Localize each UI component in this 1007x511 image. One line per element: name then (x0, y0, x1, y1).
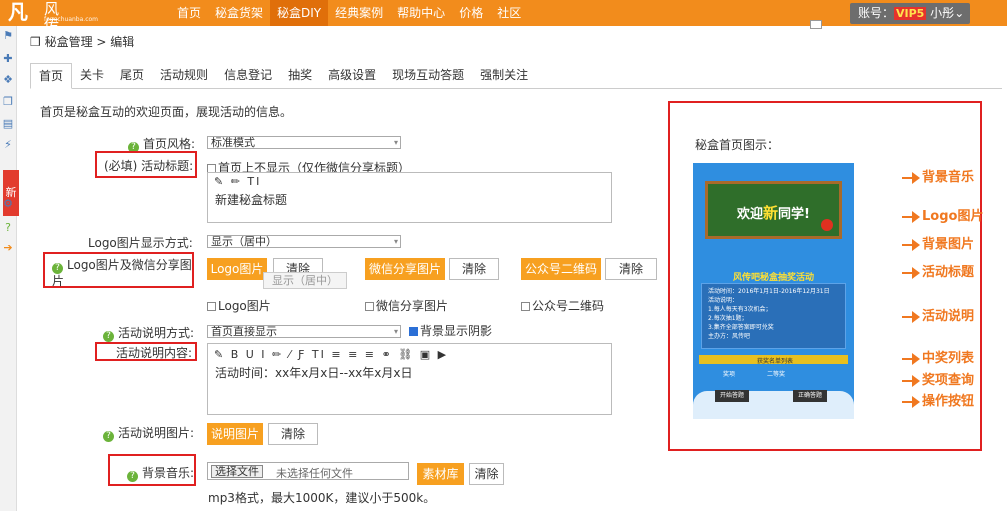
breadcrumb-text: 秘盒管理 > 编辑 (44, 35, 135, 49)
nav-item-cases[interactable]: 经典案例 (328, 0, 390, 26)
music-label: ? 背景音乐: (127, 464, 194, 482)
tab-force-follow[interactable]: 强制关注 (472, 63, 536, 88)
desc-image-label: ? 活动说明图片: (103, 424, 194, 442)
tab-live-quiz[interactable]: 现场互动答题 (384, 63, 472, 88)
arrow-icon[interactable]: ➔ (2, 242, 14, 254)
logo-sun-icon (821, 219, 833, 231)
help-icon[interactable]: ? (103, 431, 114, 442)
vip-badge: VIP5 (894, 7, 927, 20)
bg-shadow-checkbox[interactable] (409, 327, 418, 336)
page-intro: 首页是秘盒互动的欢迎页面，展现活动的信息。 (40, 105, 293, 119)
nav-item-shelf[interactable]: 秘盒货架 (208, 0, 270, 26)
mail-icon[interactable] (810, 20, 822, 29)
tab-bar: 首页 关卡 尾页 活动规则 信息登记 抽奖 高级设置 现场互动答题 强制关注 (30, 63, 1002, 89)
desc-content[interactable]: 活动时间：xx年x月x日--xx年x月x日 (215, 364, 412, 381)
share-checkbox-option[interactable]: 微信分享图片 (365, 297, 448, 314)
tooltip: 显示（居中） (263, 272, 347, 289)
gears-icon[interactable]: ⚙ (2, 198, 14, 210)
title-value[interactable]: 新建秘盒标题 (215, 191, 287, 208)
share-image-button[interactable]: 微信分享图片 (365, 258, 445, 280)
qr-checkbox-option[interactable]: 公众号二维码 (521, 297, 604, 314)
style-select[interactable]: 标准模式 (207, 136, 401, 149)
desc-image-button[interactable]: 说明图片 (207, 423, 263, 445)
top-nav-bar: 凡 风传吧 fengchuanba.com 首页 秘盒货架 秘盒DIY 经典案例… (0, 0, 1007, 49)
music-file-input[interactable]: 选择文件 未选择任何文件 (207, 462, 409, 480)
tab-registration[interactable]: 信息登记 (216, 63, 280, 88)
bg-shadow-option[interactable]: 背景显示阴影 (409, 322, 492, 339)
help-icon[interactable]: ? (103, 331, 114, 342)
tab-advanced[interactable]: 高级设置 (320, 63, 384, 88)
logo-checkbox[interactable] (207, 302, 216, 311)
logo-mark-icon: 凡 (8, 0, 28, 24)
desc-mode-select[interactable]: 首页直接显示 (207, 325, 401, 338)
help-icon[interactable]: ? (2, 222, 14, 234)
qr-code-button[interactable]: 公众号二维码 (521, 258, 601, 280)
share-clear-button[interactable]: 清除 (449, 258, 499, 280)
desc-toolbar[interactable]: ✎ B U I ✏ ⁄ Ƒ TI ≡ ≡ ≡ ⚭ ⛓ ▣ ▶ (214, 348, 448, 361)
logo-checkbox-option[interactable]: Logo图片 (207, 297, 271, 314)
flag-icon[interactable]: ⚑ (2, 30, 14, 42)
tab-lottery[interactable]: 抽奖 (280, 63, 320, 88)
desc-image-clear-button[interactable]: 清除 (268, 423, 318, 445)
account-label: 账号： (858, 6, 895, 20)
tab-level[interactable]: 关卡 (72, 63, 112, 88)
qr-clear-button[interactable]: 清除 (605, 258, 657, 280)
logo-share-label: ? Logo图片及微信分享图片 (52, 258, 192, 288)
nav-item-help[interactable]: 帮助中心 (390, 0, 452, 26)
phone-prize-left: 奖项 (723, 371, 736, 378)
box-icon: ❒ (30, 35, 45, 49)
winner-list-bar: 获奖名单列表 (699, 355, 848, 365)
logo-mode-select[interactable]: 显示（居中） (207, 235, 401, 248)
nav-item-price[interactable]: 价格 (452, 0, 490, 26)
tab-home[interactable]: 首页 (30, 63, 73, 89)
phone-button-correct: 正确答题 (793, 390, 827, 402)
bolt-icon[interactable]: ⚡ (2, 139, 14, 151)
share-checkbox[interactable] (365, 302, 374, 311)
desc-editor[interactable]: ✎ B U I ✏ ⁄ Ƒ TI ≡ ≡ ≡ ⚭ ⛓ ▣ ▶ 活动时间：xx年x… (207, 343, 612, 415)
choose-file-button[interactable]: 选择文件 (211, 465, 263, 478)
nav-item-diy[interactable]: 秘盒DIY (270, 0, 329, 26)
logo-mode-label: Logo图片显示方式: (88, 236, 193, 250)
library-button[interactable]: 素材库 (417, 463, 464, 485)
cubes-icon[interactable]: ❖ (2, 74, 14, 86)
help-icon[interactable]: ? (52, 263, 63, 274)
title-toolbar[interactable]: ✎ ✏ TI (214, 175, 261, 188)
account-menu[interactable]: 账号： VIP5 小彤⌄ (850, 3, 970, 24)
phone-preview-image: 欢迎新同学! 风传吧秘盒抽奖活动 活动时间：2016年1月1日-2016年12月… (693, 163, 854, 419)
title-label: (必填) 活动标题: (104, 159, 194, 173)
file-status: 未选择任何文件 (276, 467, 353, 480)
phone-prize-right: 二等奖 (767, 371, 786, 378)
music-hint: mp3格式，最大1000K，建议小于500k。 (208, 491, 436, 505)
film-icon[interactable]: ▤ (2, 118, 14, 130)
logo-upload-button[interactable]: Logo图片 (207, 258, 267, 280)
chevron-down-icon: ⌄ (954, 6, 965, 20)
tab-rules[interactable]: 活动规则 (152, 63, 216, 88)
phone-desc-box: 活动时间：2016年1月1日-2016年12月31日 活动说明： 1.每人每天有… (701, 283, 846, 349)
sidebar: ⚑ ✚ ❖ ❐ ▤ ⚡ 新 ⚙ ? ➔ (0, 26, 19, 511)
board-text: 欢迎新同学! (737, 204, 810, 222)
nav-item-community[interactable]: 社区 (490, 0, 528, 26)
puzzle-icon[interactable]: ✚ (2, 53, 14, 65)
blackboard: 欢迎新同学! (705, 181, 842, 239)
account-user: 小彤 (930, 6, 955, 20)
boxes-icon[interactable]: ❐ (2, 96, 14, 108)
breadcrumb: ❒ 秘盒管理 > 编辑 (30, 33, 134, 50)
phone-button-start: 开始答题 (715, 390, 749, 402)
title-editor[interactable]: ✎ ✏ TI 新建秘盒标题 (207, 172, 612, 223)
music-clear-button[interactable]: 清除 (469, 463, 504, 485)
desc-content-label: 活动说明内容: (116, 346, 193, 360)
preview-title: 秘盒首页图示： (695, 138, 780, 152)
help-icon[interactable]: ? (127, 471, 138, 482)
main-nav: 首页 秘盒货架 秘盒DIY 经典案例 帮助中心 价格 社区 (170, 0, 528, 26)
tab-end-page[interactable]: 尾页 (112, 63, 152, 88)
logo-subtext: fengchuanba.com (44, 16, 99, 23)
phone-title: 风传吧秘盒抽奖活动 (732, 273, 814, 283)
nav-item-home[interactable]: 首页 (170, 0, 208, 26)
desc-mode-label: ? 活动说明方式: (103, 324, 194, 342)
qr-checkbox[interactable] (521, 302, 530, 311)
preview-panel: 秘盒首页图示： 欢迎新同学! 风传吧秘盒抽奖活动 活动时间：2016年1月1日-… (668, 101, 983, 451)
